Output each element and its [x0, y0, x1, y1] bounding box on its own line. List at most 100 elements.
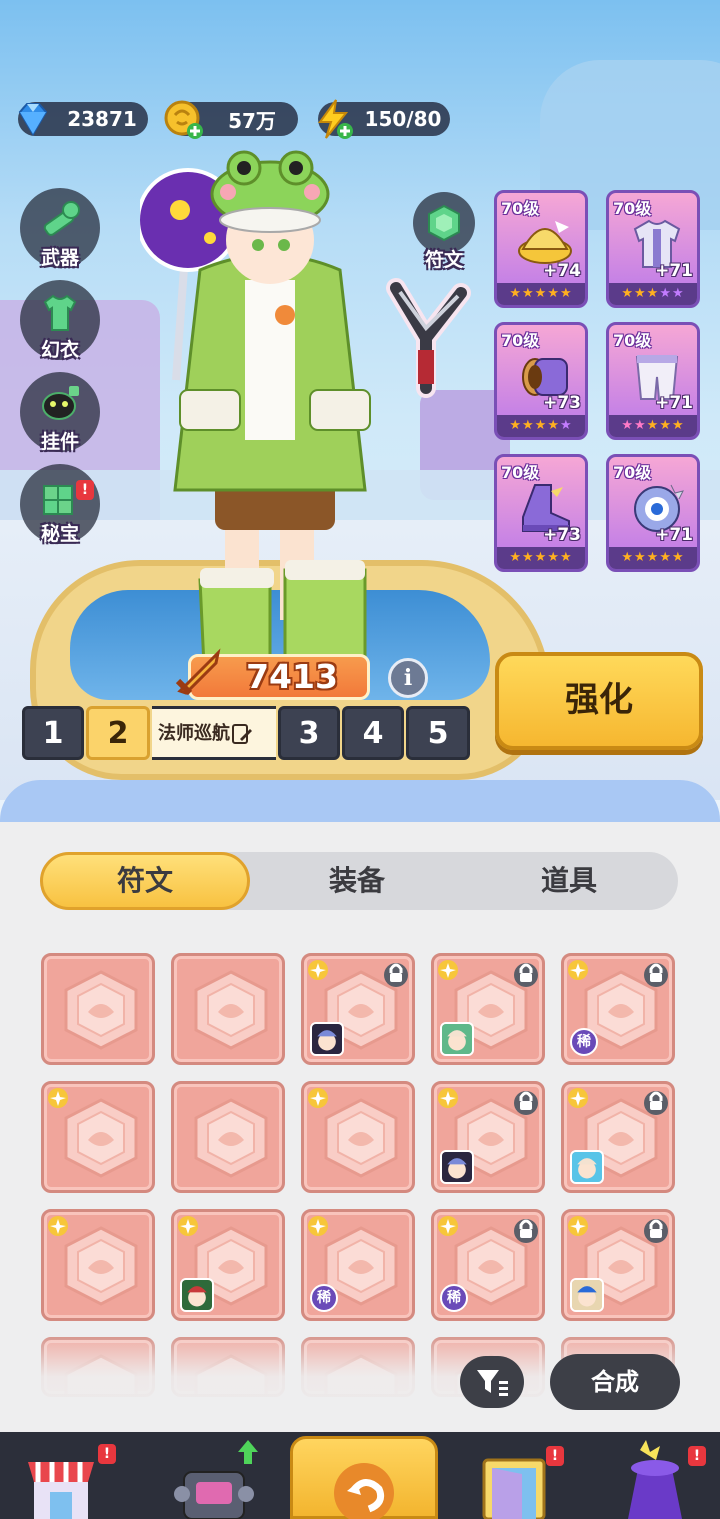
preset-tab-3[interactable]: 3 [278, 706, 340, 760]
equipment-bonus: +74 [543, 261, 581, 281]
inventory-tabs: 符文 装备 道具 [40, 852, 678, 910]
lock-icon[interactable] [513, 958, 539, 988]
equipment-bonus: +71 [655, 525, 693, 545]
nav-magic[interactable]: ! [610, 1432, 720, 1519]
side-menu-treasure[interactable]: ! 秘宝 [18, 464, 102, 548]
slingshot-weapon-icon[interactable] [366, 268, 486, 398]
equipment-slot-boots[interactable]: 70级 +73 ★★★★★ [494, 454, 588, 572]
rune-gem-icon [324, 1098, 398, 1178]
nav-portal[interactable]: ! [470, 1432, 580, 1519]
nav-robot[interactable] [170, 1432, 280, 1519]
filter-icon [477, 1370, 508, 1396]
sparkle-icon [438, 1088, 458, 1108]
rune-item[interactable] [171, 1081, 285, 1193]
preset-tab-5[interactable]: 5 [406, 706, 470, 760]
rune-item[interactable] [431, 1081, 545, 1193]
alert-badge: ! [76, 480, 94, 500]
rune-item[interactable] [171, 1209, 285, 1321]
sparkle-icon [568, 1216, 588, 1236]
rune-gem-icon [64, 1226, 138, 1306]
equipment-slot-bracer[interactable]: 70级 +73 ★★★★★ [494, 322, 588, 440]
equipment-bonus: +73 [543, 393, 581, 413]
energy-amount: 150/80 [364, 107, 442, 131]
rune-item[interactable] [561, 1081, 675, 1193]
magic-hat-icon [628, 1440, 682, 1519]
lock-icon[interactable] [643, 958, 669, 988]
return-icon [334, 1463, 394, 1519]
equipment-level: 70级 [613, 331, 652, 350]
energy-counter[interactable]: 150/80 [318, 99, 450, 139]
equipment-level: 70级 [501, 331, 540, 350]
equipment-level: 70级 [501, 199, 540, 218]
sparkle-icon [438, 960, 458, 980]
rune-item[interactable] [431, 953, 545, 1065]
portal-icon [482, 1458, 546, 1519]
character-avatar-icon [310, 1022, 344, 1056]
preset-tab-2[interactable]: 2 [86, 706, 150, 760]
rune-gem-icon [64, 970, 138, 1050]
sparkle-icon [308, 1088, 328, 1108]
lightning-icon [318, 99, 353, 139]
rune-item[interactable]: 稀 [301, 1209, 415, 1321]
side-menu-outfit[interactable]: 幻衣 [18, 280, 102, 364]
rune-shortcut[interactable]: 符文 [410, 192, 478, 272]
rune-gem-icon [194, 970, 268, 1050]
nav-shop[interactable]: ! [20, 1432, 130, 1519]
gem-amount: 23871 [67, 107, 137, 131]
equipment-slot-hat[interactable]: 70级 +74 ★★★★★ [494, 190, 588, 308]
lock-icon[interactable] [643, 1086, 669, 1116]
star-rating: ★★★★★ [609, 547, 697, 569]
sparkle-icon [308, 960, 328, 980]
character-frog-mage[interactable] [140, 150, 400, 710]
gem-counter[interactable]: 23871 [18, 102, 148, 136]
sparkle-icon [568, 960, 588, 980]
gold-counter[interactable]: 57万 [164, 100, 298, 139]
lock-icon[interactable] [643, 1214, 669, 1244]
gold-amount: 57万 [228, 108, 276, 133]
tab-runes[interactable]: 符文 [40, 852, 250, 910]
rune-item[interactable] [301, 1081, 415, 1193]
equipment-slot-jacket[interactable]: 70级 +71 ★★★★★ [606, 190, 700, 308]
star-rating: ★★★★★ [497, 415, 585, 437]
rune-item[interactable]: 稀 [431, 1209, 545, 1321]
character-avatar-icon [570, 1150, 604, 1184]
rune-item[interactable] [301, 953, 415, 1065]
rune-item[interactable] [41, 953, 155, 1065]
sparkle-icon [178, 1216, 198, 1236]
star-rating: ★★★★★ [609, 283, 697, 305]
rune-item[interactable] [41, 1081, 155, 1193]
preset-tab-4[interactable]: 4 [342, 706, 404, 760]
rune-gem-icon [64, 1098, 138, 1178]
lock-icon[interactable] [513, 1086, 539, 1116]
rune-item[interactable] [561, 1209, 675, 1321]
rune-item[interactable] [171, 953, 285, 1065]
side-menu-weapon[interactable]: 武器 [18, 188, 102, 272]
star-rating: ★★★★★ [609, 415, 697, 437]
rune-item[interactable] [41, 1209, 155, 1321]
side-menu-label: 秘宝 [40, 523, 79, 545]
lock-icon[interactable] [513, 1214, 539, 1244]
star-rating: ★★★★★ [497, 283, 585, 305]
equipment-level: 70级 [501, 463, 540, 482]
compose-button[interactable]: 合成 [550, 1354, 680, 1410]
rune-item[interactable]: 稀 [561, 953, 675, 1065]
nav-return[interactable] [290, 1436, 438, 1519]
gold-coin-icon [164, 100, 203, 139]
side-menu-pendant[interactable]: 挂件 [18, 372, 102, 456]
preset-tab-1[interactable]: 1 [22, 706, 84, 760]
tab-items[interactable]: 道具 [464, 852, 674, 910]
preset-name-field[interactable]: 法师巡航 [152, 706, 276, 760]
filter-button[interactable] [460, 1356, 524, 1408]
sparkle-icon [438, 1216, 458, 1236]
enhance-button[interactable]: 强化 [495, 652, 703, 750]
equipment-slot-pants[interactable]: 70级 +71 ★★★★★ [606, 322, 700, 440]
info-button[interactable]: i [388, 658, 428, 698]
tab-equipment[interactable]: 装备 [252, 852, 462, 910]
rune-hexagon-icon [428, 204, 460, 242]
lock-icon[interactable] [383, 958, 409, 988]
character-avatar-icon [440, 1022, 474, 1056]
equipment-slot-orb[interactable]: 70级 +71 ★★★★★ [606, 454, 700, 572]
outfit-icon [43, 294, 77, 331]
edit-icon[interactable] [232, 723, 252, 745]
star-rating: ★★★★★ [497, 547, 585, 569]
